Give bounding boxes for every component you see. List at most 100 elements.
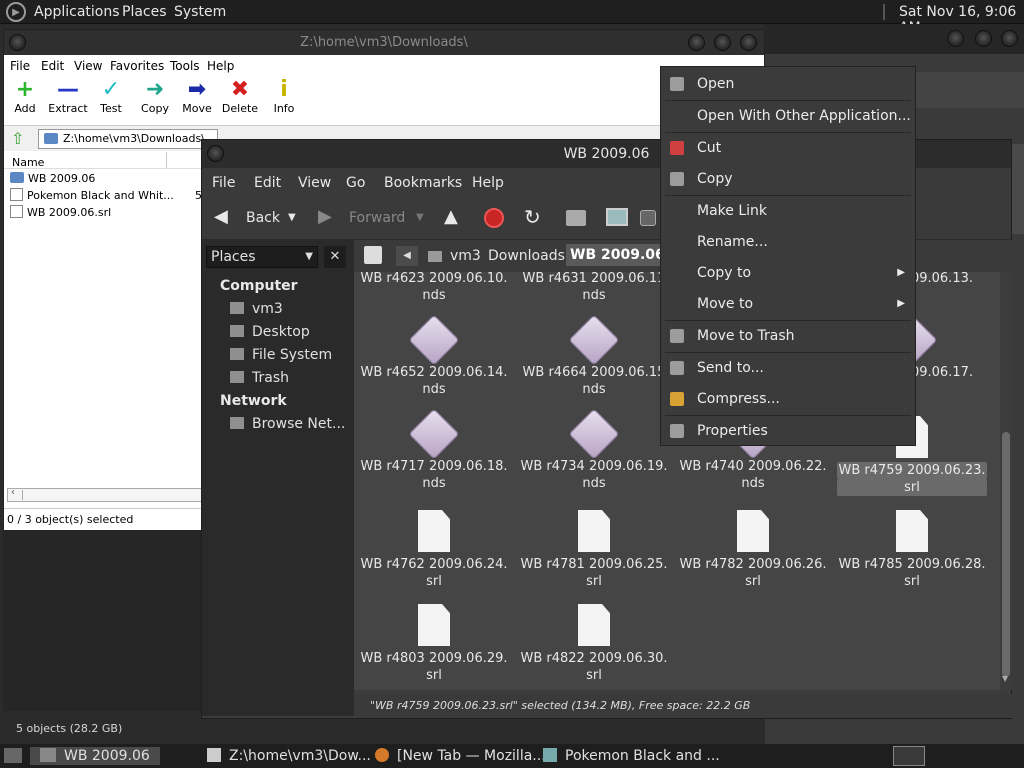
scrollbar-thumb[interactable] (22, 490, 202, 500)
file-item[interactable]: WB r4781 2009.06.25. srl (519, 510, 669, 590)
file-item[interactable]: WB r4652 2009.06.14. nds (359, 314, 509, 398)
maximize-button[interactable] (975, 30, 992, 47)
menu-tools[interactable]: Tools (170, 59, 200, 73)
file-item[interactable]: WB r4803 2009.06.29. srl (359, 604, 509, 684)
show-desktop-icon[interactable] (4, 748, 22, 763)
send-icon (670, 361, 684, 375)
computer-icon[interactable] (606, 208, 628, 226)
taskbar-item-7zip[interactable]: Z:\home\vm3\Dow... (207, 747, 371, 765)
list-item[interactable]: Pokemon Black and Whit... 5 (10, 188, 206, 204)
taskbar-item-firefox[interactable]: [New Tab — Mozilla... (375, 747, 546, 765)
menu-item-open-with[interactable]: Open With Other Application... (661, 101, 915, 131)
close-button[interactable] (740, 34, 757, 51)
sidebar-item-browse-network[interactable]: Browse Net... (230, 416, 345, 432)
vertical-scrollbar[interactable]: ▼ (1000, 272, 1012, 690)
list-item[interactable]: WB 2009.06.srl (10, 205, 111, 221)
add-button[interactable]: + Add (2, 78, 48, 116)
file-item[interactable]: WB r4822 2009.06.30. srl (519, 604, 669, 684)
test-button[interactable]: ✓ Test (88, 78, 134, 116)
list-item[interactable]: WB 2009.06 (10, 171, 95, 187)
move-button[interactable]: ➡ Move (174, 78, 220, 116)
menu-item-cut[interactable]: Cut (661, 133, 915, 163)
sidebar-item-vm3[interactable]: vm3 (230, 301, 283, 317)
system-menu[interactable]: System (174, 4, 226, 20)
minimize-button[interactable] (947, 30, 964, 47)
file-item-extension: nds (582, 382, 606, 397)
menu-edit[interactable]: Edit (41, 59, 64, 73)
taskbar-item-pokemon[interactable]: Pokemon Black and ... (543, 747, 720, 765)
menu-file[interactable]: File (212, 175, 235, 191)
places-dropdown[interactable]: Places ▼ (206, 246, 318, 268)
window-menu-button[interactable] (9, 34, 26, 51)
menu-item-open[interactable]: Open (661, 69, 915, 99)
distro-logo-icon[interactable]: ▶ (6, 2, 26, 22)
scrollbar-thumb[interactable] (1002, 432, 1010, 677)
copy-icon: ➜ (145, 77, 165, 102)
menu-view[interactable]: View (74, 59, 102, 73)
up-icon[interactable]: ▲ (444, 206, 458, 227)
close-button[interactable] (1001, 30, 1018, 47)
menu-item-move-to[interactable]: Move to ▶ (661, 289, 915, 319)
menu-item-make-link[interactable]: Make Link (661, 196, 915, 226)
address-input[interactable]: Z:\home\vm3\Downloads\ (38, 129, 218, 149)
workspace-switcher[interactable] (893, 746, 925, 766)
file-item[interactable]: WB r4623 2009.06.10. nds (359, 272, 509, 304)
menu-favorites[interactable]: Favorites (110, 59, 164, 73)
applications-menu[interactable]: Applications (34, 4, 120, 20)
file-item[interactable]: WB r4782 2009.06.26. srl (678, 510, 828, 590)
menu-file[interactable]: File (10, 59, 30, 73)
extract-button[interactable]: — Extract (45, 78, 91, 116)
file-item[interactable]: WB r4664 2009.06.15 nds (519, 314, 669, 398)
back-arrow-icon[interactable]: ◀ (214, 206, 228, 227)
menu-go[interactable]: Go (346, 175, 365, 191)
info-button[interactable]: i Info (261, 78, 307, 116)
minimize-button[interactable] (688, 34, 705, 51)
home-icon[interactable] (566, 210, 586, 226)
search-icon[interactable] (640, 210, 656, 226)
reload-icon[interactable]: ↻ (524, 205, 541, 229)
horizontal-scrollbar[interactable]: ‹ (7, 487, 202, 502)
menu-item-rename[interactable]: Rename... (661, 227, 915, 257)
back-button[interactable]: Back (246, 210, 280, 226)
copy-button[interactable]: ➜ Copy (132, 77, 178, 116)
path-segment-downloads[interactable]: Downloads (488, 248, 565, 264)
forward-arrow-icon: ▶ (318, 206, 332, 227)
menu-help[interactable]: Help (472, 175, 504, 191)
menu-help[interactable]: Help (207, 59, 234, 73)
menu-item-properties[interactable]: Properties (661, 416, 915, 446)
file-item[interactable]: WB r4785 2009.06.28. srl (837, 510, 987, 590)
menu-bookmarks[interactable]: Bookmarks (384, 175, 462, 191)
menu-view[interactable]: View (298, 175, 331, 191)
taskbar-item-file-manager[interactable]: WB 2009.06 (30, 747, 160, 765)
close-sidebar-icon[interactable]: ✕ (324, 246, 346, 268)
menu-item-move-to-trash[interactable]: Move to Trash (661, 321, 915, 351)
file-item[interactable]: WB r4762 2009.06.24. srl (359, 510, 509, 590)
scroll-left-icon[interactable]: ‹ (11, 487, 15, 498)
file-item[interactable]: WB r4631 2009.06.11 nds (519, 272, 669, 304)
path-segment-current[interactable]: WB 2009.06 (566, 244, 669, 266)
folder-icon (44, 133, 58, 144)
scroll-down-icon[interactable]: ▼ (1002, 674, 1008, 683)
trash-icon (230, 371, 244, 383)
menu-edit[interactable]: Edit (254, 175, 281, 191)
path-segment-vm3[interactable]: vm3 (450, 248, 481, 264)
sidebar-item-trash[interactable]: Trash (230, 370, 289, 386)
stop-icon[interactable] (484, 208, 504, 228)
menu-item-send-to[interactable]: Send to... (661, 353, 915, 383)
delete-button[interactable]: ✖ Delete (217, 78, 263, 116)
menu-item-compress[interactable]: Compress... (661, 384, 915, 414)
header-line (4, 168, 204, 169)
up-folder-icon[interactable]: ⇧ (11, 129, 24, 148)
location-toggle-icon[interactable] (364, 246, 382, 264)
file-item[interactable]: WB r4734 2009.06.19. nds (519, 408, 669, 492)
menu-item-copy[interactable]: Copy (661, 164, 915, 194)
back-history-dropdown[interactable]: ▼ (288, 212, 296, 223)
file-item[interactable]: WB r4717 2009.06.18. nds (359, 408, 509, 492)
menu-item-copy-to[interactable]: Copy to ▶ (661, 258, 915, 288)
path-scroll-left-icon[interactable]: ◀ (396, 246, 418, 266)
places-menu[interactable]: Places (122, 4, 167, 20)
maximize-button[interactable] (714, 34, 731, 51)
window-menu-button[interactable] (207, 145, 224, 162)
sidebar-item-file-system[interactable]: File System (230, 347, 332, 363)
sidebar-item-desktop[interactable]: Desktop (230, 324, 310, 340)
